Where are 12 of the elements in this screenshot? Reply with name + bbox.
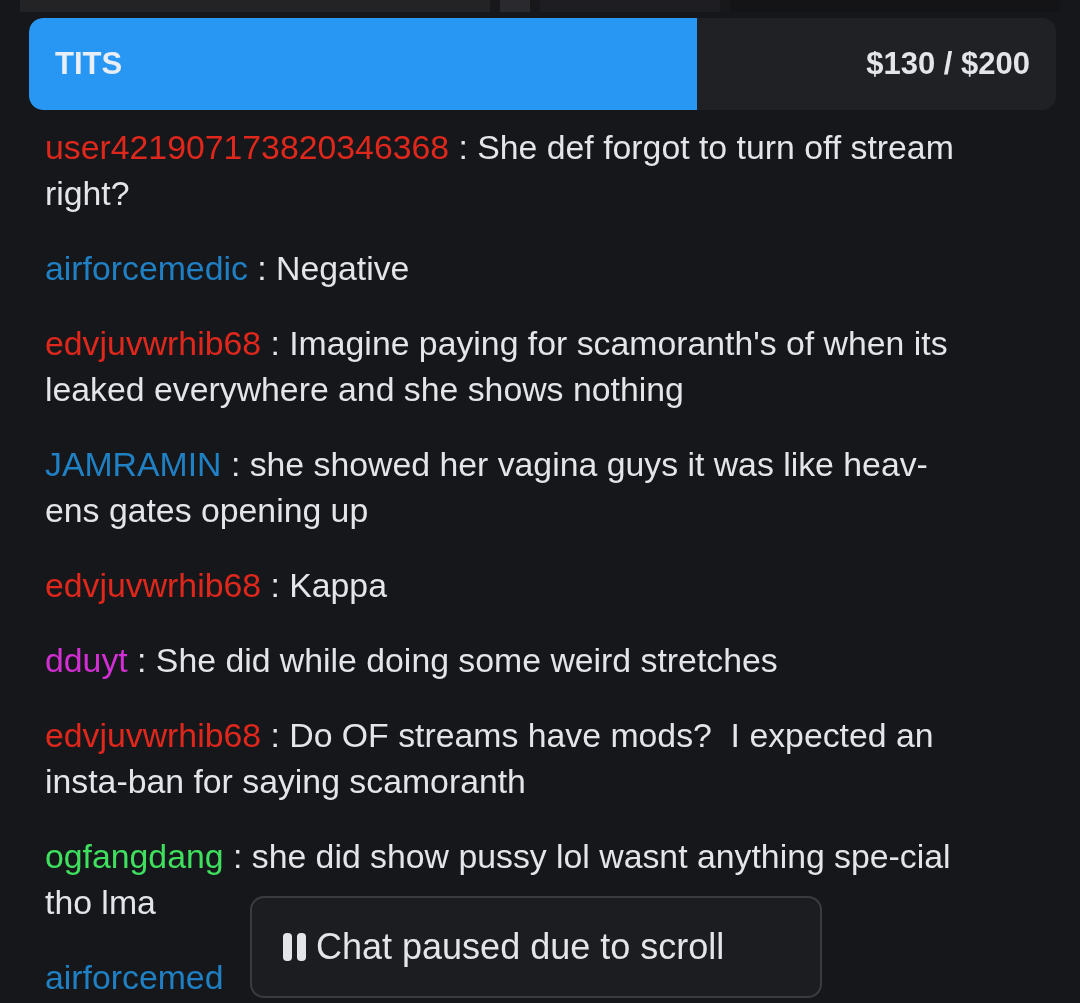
chat-message: edvjuvwrhib68 : Do OF streams have mods? I expected an insta-ban for saying scamoranth (45, 715, 935, 802)
pause-icon (282, 932, 308, 962)
chat-message: dduyt : She did while doing some weird stretches (45, 640, 779, 681)
chat-paused-notice[interactable]: Chat paused due to scroll (250, 896, 822, 998)
chat-message: airforcemedic : Negative (45, 248, 411, 289)
chat-message: JAMRAMIN : she showed her vagina guys it was like heav-ens gates opening up (45, 444, 929, 531)
goal-amount: $130 / $200 (866, 46, 1030, 82)
chat-message: edvjuvwrhib68 : Imagine paying for scamoranth's of when its leaked everywhere and she shows nothing (45, 323, 949, 410)
chat-message: user421907173820346368 : She def forgot to turn off stream right? (45, 127, 955, 214)
chat-message: airforcemed (45, 957, 225, 998)
chat-message: edvjuvwrhib68 : Kappa (45, 565, 388, 606)
goal-label: TITS (55, 46, 123, 82)
